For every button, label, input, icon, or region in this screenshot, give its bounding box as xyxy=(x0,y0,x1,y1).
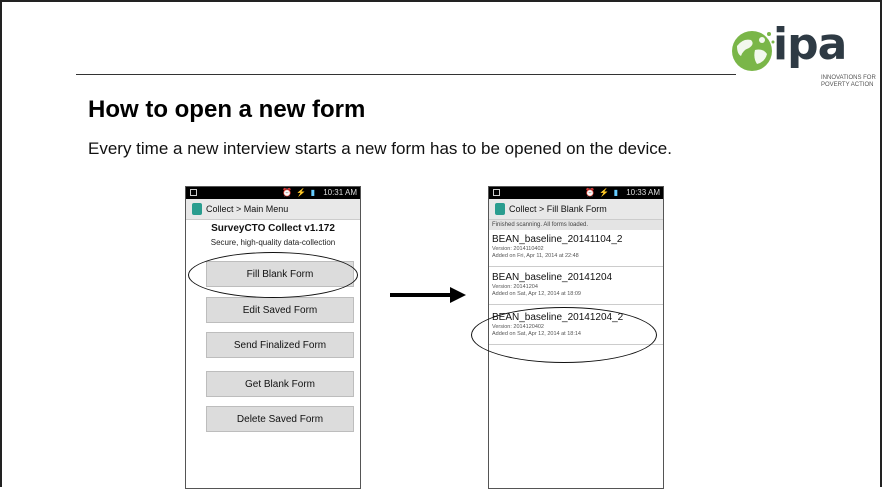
form-added-date: Added on Sat, Apr 12, 2014 at 18:09 xyxy=(492,291,581,297)
collect-app-icon xyxy=(192,203,202,215)
highlight-ellipse-fill-blank xyxy=(188,252,358,298)
breadcrumb: Collect > Fill Blank Form xyxy=(509,204,607,214)
app-bar: Collect > Fill Blank Form xyxy=(489,199,663,220)
globe-icon xyxy=(732,31,775,71)
slide-title: How to open a new form xyxy=(88,96,366,123)
slide-subtitle: Every time a new interview starts a new … xyxy=(88,139,672,158)
form-list-item[interactable]: BEAN_baseline_20141104_2 Version: 201411… xyxy=(489,233,663,267)
ipa-logo: ipa INNOVATIONS FOR POVERTY ACTION xyxy=(729,20,879,96)
app-name: SurveyCTO Collect v1.172 xyxy=(211,223,335,234)
status-time: 10:33 AM xyxy=(626,188,660,197)
form-version: Version: 2014110402 xyxy=(492,246,544,252)
status-bar: ⏰ ⚡ ▮ 10:33 AM xyxy=(489,187,663,199)
right-arrow-icon xyxy=(450,287,466,303)
send-finalized-form-button[interactable]: Send Finalized Form xyxy=(206,332,354,358)
scan-status: Finished scanning. All forms loaded. xyxy=(489,220,663,230)
phone-main-menu: ⏰ ⚡ ▮ 10:31 AM Collect > Main Menu Surve… xyxy=(185,186,361,489)
delete-saved-form-button[interactable]: Delete Saved Form xyxy=(206,406,354,432)
get-blank-form-button[interactable]: Get Blank Form xyxy=(206,371,354,397)
slide: ipa INNOVATIONS FOR POVERTY ACTION How t… xyxy=(0,0,882,489)
status-time: 10:31 AM xyxy=(323,188,357,197)
form-added-date: Added on Fri, Apr 11, 2014 at 22:48 xyxy=(492,253,579,259)
signal-icons: ⏰ ⚡ ▮ xyxy=(585,188,619,197)
header-divider xyxy=(76,74,736,75)
highlight-ellipse-selected-form xyxy=(471,307,657,363)
notification-icon xyxy=(493,189,500,196)
signal-icons: ⏰ ⚡ ▮ xyxy=(282,188,316,197)
form-name: BEAN_baseline_20141204 xyxy=(492,272,613,283)
app-bar: Collect > Main Menu xyxy=(186,199,360,220)
form-version: Version: 20141204 xyxy=(492,284,538,290)
form-name: BEAN_baseline_20141104_2 xyxy=(492,234,623,245)
notification-icon xyxy=(190,189,197,196)
form-list-item[interactable]: BEAN_baseline_20141204 Version: 20141204… xyxy=(489,271,663,305)
edit-saved-form-button[interactable]: Edit Saved Form xyxy=(206,297,354,323)
arrow-shaft xyxy=(390,293,452,297)
status-bar: ⏰ ⚡ ▮ 10:31 AM xyxy=(186,187,360,199)
app-tagline: Secure, high-quality data-collection xyxy=(210,238,336,247)
breadcrumb: Collect > Main Menu xyxy=(206,204,289,214)
collect-app-icon xyxy=(495,203,505,215)
logo-wordmark: ipa xyxy=(773,19,847,70)
logo-subtitle: INNOVATIONS FOR POVERTY ACTION xyxy=(821,75,876,88)
